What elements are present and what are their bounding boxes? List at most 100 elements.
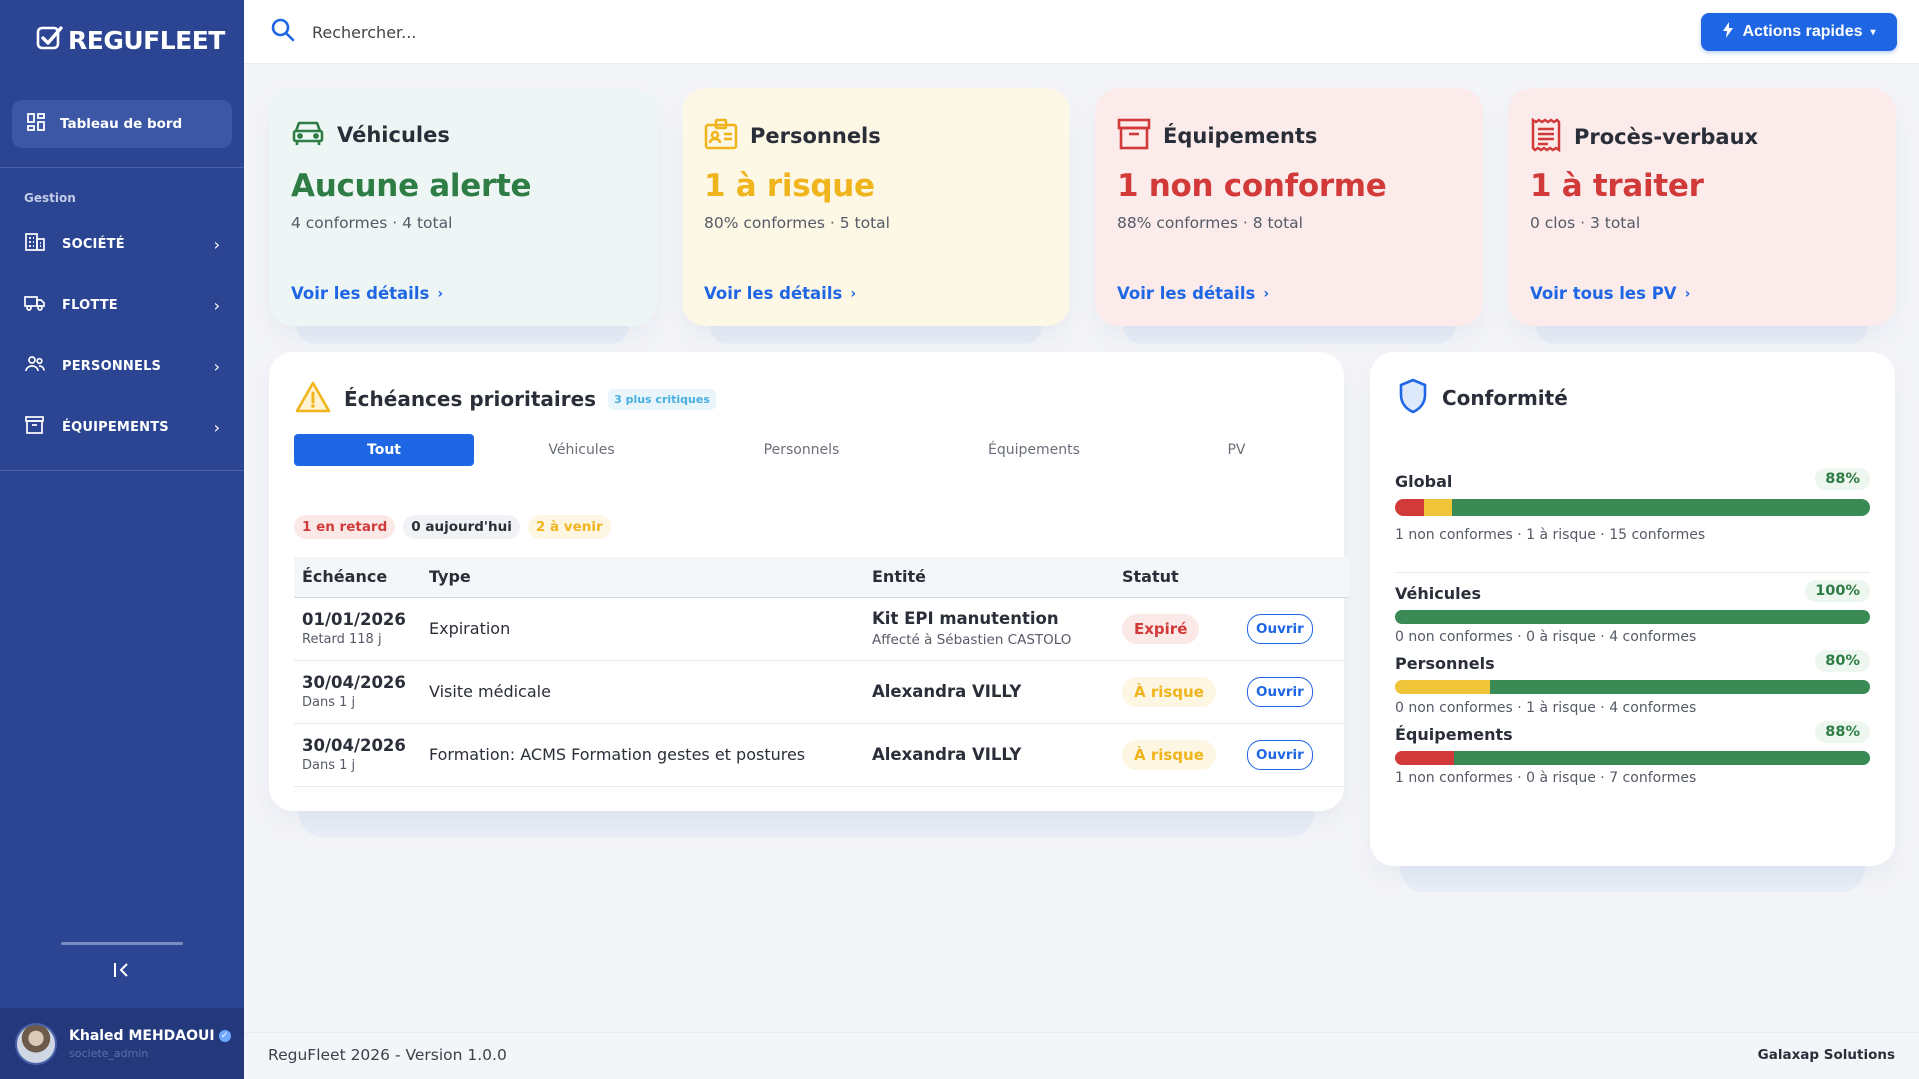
- receipt-icon: [1530, 117, 1562, 156]
- warning-icon: [294, 380, 332, 418]
- status-chips: 1 en retard 0 aujourd'hui 2 à venir: [294, 515, 611, 539]
- due-date: 30/04/2026: [302, 736, 406, 755]
- deadline-type: Formation: ACMS Formation gestes et post…: [421, 723, 864, 787]
- panel-title: Échéances prioritaires: [344, 387, 597, 411]
- bar-segment-green: [1454, 751, 1870, 765]
- tab-tout[interactable]: Tout: [294, 434, 474, 466]
- view-details-link[interactable]: Voir les détails ›: [1117, 284, 1269, 303]
- quick-actions-label: Actions rapides: [1742, 23, 1863, 40]
- compliance-label: Équipements: [1395, 725, 1513, 744]
- bar-segment-green: [1395, 610, 1870, 624]
- bar-segment-green: [1452, 499, 1870, 516]
- footer-version: ReguFleet 2026 - Version 1.0.0: [268, 1046, 507, 1064]
- search-icon: [270, 17, 296, 47]
- view-details-link[interactable]: Voir les détails ›: [291, 284, 443, 303]
- tab-vehicules[interactable]: Véhicules: [474, 434, 689, 466]
- bar-segment-red: [1395, 499, 1424, 516]
- tab-equipements[interactable]: Équipements: [914, 434, 1154, 466]
- stat-value: Aucune alerte: [291, 168, 532, 204]
- sidebar-item-personnels[interactable]: PERSONNELS ›: [24, 351, 220, 381]
- sidebar-scrollbar[interactable]: [61, 942, 183, 945]
- brand-logo[interactable]: REGUFLEET: [36, 24, 225, 56]
- tab-pv[interactable]: PV: [1154, 434, 1319, 466]
- avatar: [15, 1022, 57, 1065]
- search-input[interactable]: [312, 18, 712, 46]
- compliance-label: Global: [1395, 472, 1453, 491]
- due-relative: Retard 118 j: [302, 632, 382, 647]
- stat-subtitle: 4 conformes · 4 total: [291, 214, 453, 232]
- view-details-link[interactable]: Voir les détails ›: [704, 284, 856, 303]
- sidebar-section-title: Gestion: [24, 191, 76, 205]
- sidebar-item-societe[interactable]: SOCIÉTÉ ›: [24, 229, 220, 259]
- compliance-row-vehicules: Véhicules 100% 0 non conformes · 0 à ris…: [1395, 580, 1870, 645]
- users-icon: [24, 354, 46, 378]
- stat-card-personnels: Personnels 1 à risque 80% conformes · 5 …: [682, 88, 1070, 344]
- table-row: 30/04/2026 Dans 1 j Visite médicale Alexa…: [294, 660, 1349, 724]
- building-icon: [24, 232, 46, 256]
- compliance-percent: 88%: [1815, 721, 1870, 743]
- bolt-icon: [1722, 21, 1734, 43]
- open-button[interactable]: Ouvrir: [1247, 676, 1313, 707]
- user-name-row: Khaled MEHDAOUI ✓: [69, 1028, 231, 1044]
- deadline-type: Visite médicale: [421, 660, 864, 724]
- chevron-right-icon: ›: [1684, 285, 1691, 302]
- compliance-note: 1 non conformes · 1 à risque · 15 confor…: [1395, 527, 1706, 543]
- view-details-link[interactable]: Voir tous les PV ›: [1530, 284, 1690, 303]
- compliance-note: 0 non conformes · 0 à risque · 4 conform…: [1395, 629, 1697, 645]
- deadline-type: Expiration: [421, 597, 864, 661]
- chevron-right-icon: ›: [437, 285, 444, 302]
- link-label: Voir tous les PV: [1530, 284, 1677, 303]
- sidebar: REGUFLEET Tableau de bord Gestion SOCIÉT…: [0, 0, 244, 1079]
- divider: [1395, 572, 1870, 573]
- bar-segment-yellow: [1395, 680, 1490, 694]
- stat-value: 1 non conforme: [1117, 168, 1387, 204]
- chip-today[interactable]: 0 aujourd'hui: [403, 515, 520, 539]
- stat-subtitle: 0 clos · 3 total: [1530, 214, 1641, 232]
- status-badge: À risque: [1122, 676, 1216, 707]
- stat-subtitle: 88% conformes · 8 total: [1117, 214, 1303, 232]
- check-logo-icon: [36, 24, 64, 56]
- compliance-label: Véhicules: [1395, 584, 1481, 603]
- sidebar-item-dashboard[interactable]: Tableau de bord: [12, 100, 232, 148]
- link-label: Voir les détails: [291, 284, 430, 303]
- due-date: 30/04/2026: [302, 673, 406, 692]
- archive-box-icon: [1117, 118, 1151, 154]
- sidebar-item-equipements[interactable]: ÉQUIPEMENTS ›: [24, 412, 220, 442]
- table-header-row: Échéance Type Entité Statut: [294, 557, 1349, 598]
- compliance-row-personnels: Personnels 80% 0 non conformes · 1 à ris…: [1395, 650, 1870, 716]
- stat-subtitle: 80% conformes · 5 total: [704, 214, 890, 232]
- entity-assignee: Affecté à Sébastien CASTOLO: [872, 632, 1072, 648]
- chip-upcoming[interactable]: 2 à venir: [527, 515, 611, 539]
- caret-down-icon: ▾: [1870, 26, 1876, 38]
- stat-card-equipements: Équipements 1 non conforme 88% conformes…: [1095, 88, 1483, 344]
- link-label: Voir les détails: [1117, 284, 1256, 303]
- due-date: 01/01/2026: [302, 610, 406, 629]
- tab-personnels[interactable]: Personnels: [689, 434, 914, 466]
- compliance-row-global: Global 88% 1 non conformes · 1 à risque …: [1395, 468, 1870, 543]
- chip-late[interactable]: 1 en retard: [294, 515, 396, 539]
- compliance-bar: [1395, 680, 1870, 694]
- due-relative: Dans 1 j: [302, 758, 356, 773]
- open-button[interactable]: Ouvrir: [1247, 739, 1313, 770]
- column-header: [1239, 557, 1349, 598]
- column-header: Type: [421, 557, 864, 598]
- divider: [0, 470, 244, 471]
- sidebar-item-label: FLOTTE: [62, 297, 118, 313]
- chevron-right-icon: ›: [850, 285, 857, 302]
- compliance-note: 1 non conformes · 0 à risque · 7 conform…: [1395, 770, 1697, 786]
- chevron-right-icon: ›: [213, 295, 220, 315]
- compliance-note: 0 non conformes · 1 à risque · 4 conform…: [1395, 700, 1697, 716]
- table-row: 01/01/2026 Retard 118 j Expiration Kit EP…: [294, 597, 1349, 661]
- sidebar-item-flotte[interactable]: FLOTTE ›: [24, 290, 220, 320]
- quick-actions-button[interactable]: Actions rapides ▾: [1701, 13, 1897, 51]
- open-button[interactable]: Ouvrir: [1247, 613, 1313, 644]
- archive-icon: [24, 415, 46, 439]
- critical-count-badge: 3 plus critiques: [608, 388, 716, 410]
- bar-segment-yellow: [1423, 499, 1452, 516]
- sidebar-item-label: SOCIÉTÉ: [62, 236, 125, 252]
- stat-title: Véhicules: [337, 123, 450, 147]
- collapse-sidebar-icon[interactable]: [110, 958, 134, 982]
- dashboard-icon: [26, 112, 46, 136]
- user-profile[interactable]: Khaled MEHDAOUI ✓ societe_admin: [0, 1008, 244, 1079]
- stat-card-proces-verbaux: Procès-verbaux 1 à traiter 0 clos · 3 to…: [1508, 88, 1896, 344]
